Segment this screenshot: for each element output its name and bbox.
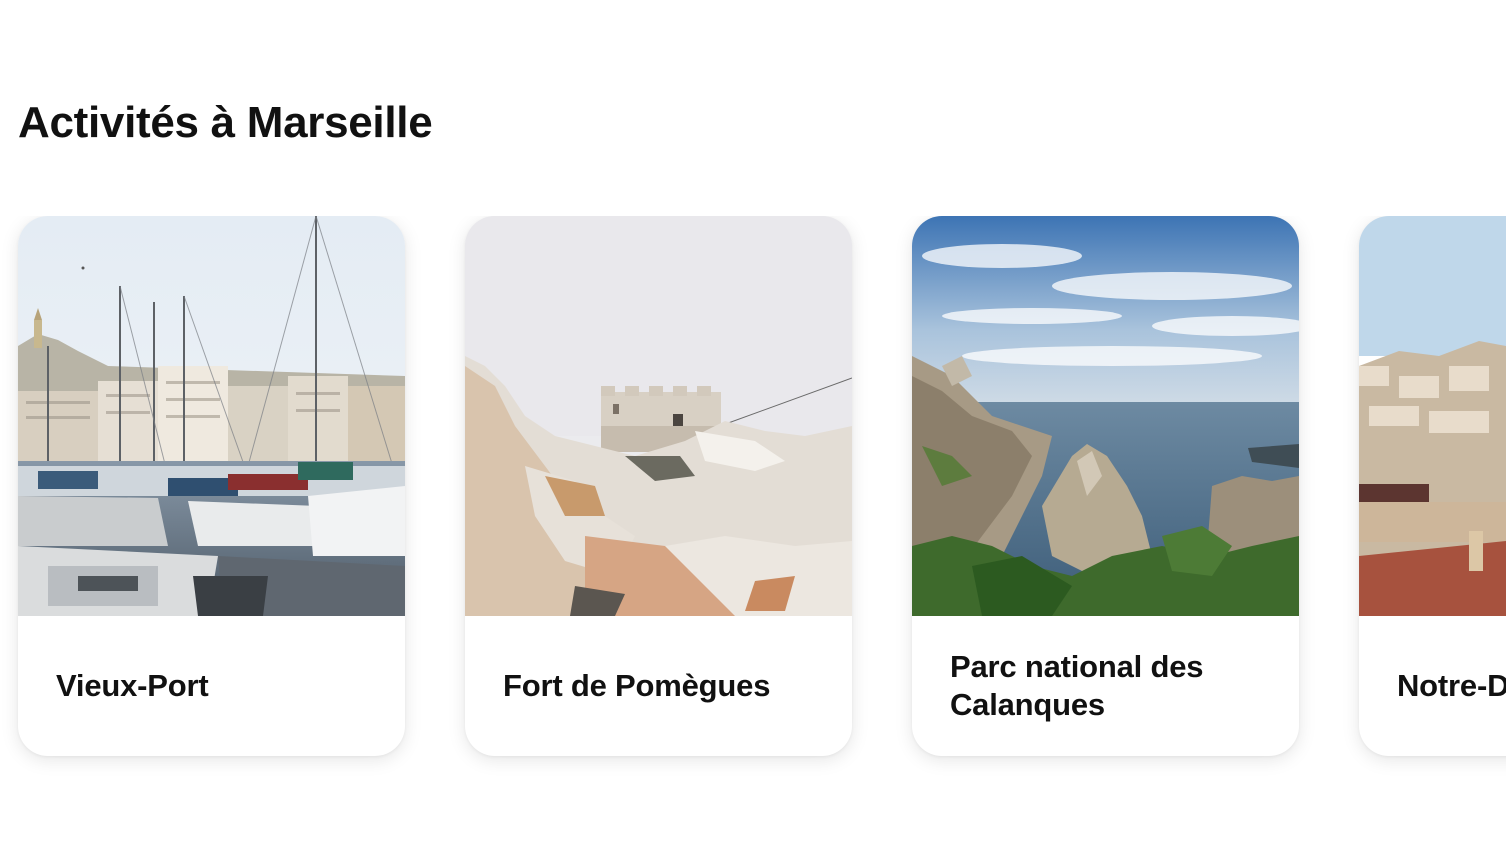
card-title: Fort de Pomègues xyxy=(503,668,771,703)
notre-dame-image xyxy=(1359,216,1506,616)
card-body: Parc national des Calanques xyxy=(912,616,1299,756)
card-title: Notre-Dame de la Garde xyxy=(1397,668,1506,703)
activity-card-notre-dame-de-la-garde[interactable]: Notre-Dame de la Garde xyxy=(1359,216,1506,756)
card-body: Vieux-Port xyxy=(18,616,405,756)
calanques-image xyxy=(912,216,1299,616)
card-body: Fort de Pomègues xyxy=(465,616,852,756)
section-title: Activités à Marseille xyxy=(18,98,433,147)
activities-carousel: Vieux-Port Fort de Pomègues Parc nationa… xyxy=(0,216,1506,776)
activity-card-vieux-port[interactable]: Vieux-Port xyxy=(18,216,405,756)
card-title: Parc national des Calanques xyxy=(950,649,1204,722)
activity-card-parc-national-des-calanques[interactable]: Parc national des Calanques xyxy=(912,216,1299,756)
activity-card-fort-de-pomegues[interactable]: Fort de Pomègues xyxy=(465,216,852,756)
fort-de-pomegues-image xyxy=(465,216,852,616)
card-body: Notre-Dame de la Garde xyxy=(1359,616,1506,756)
vieux-port-image xyxy=(18,216,405,616)
card-title: Vieux-Port xyxy=(56,668,209,703)
